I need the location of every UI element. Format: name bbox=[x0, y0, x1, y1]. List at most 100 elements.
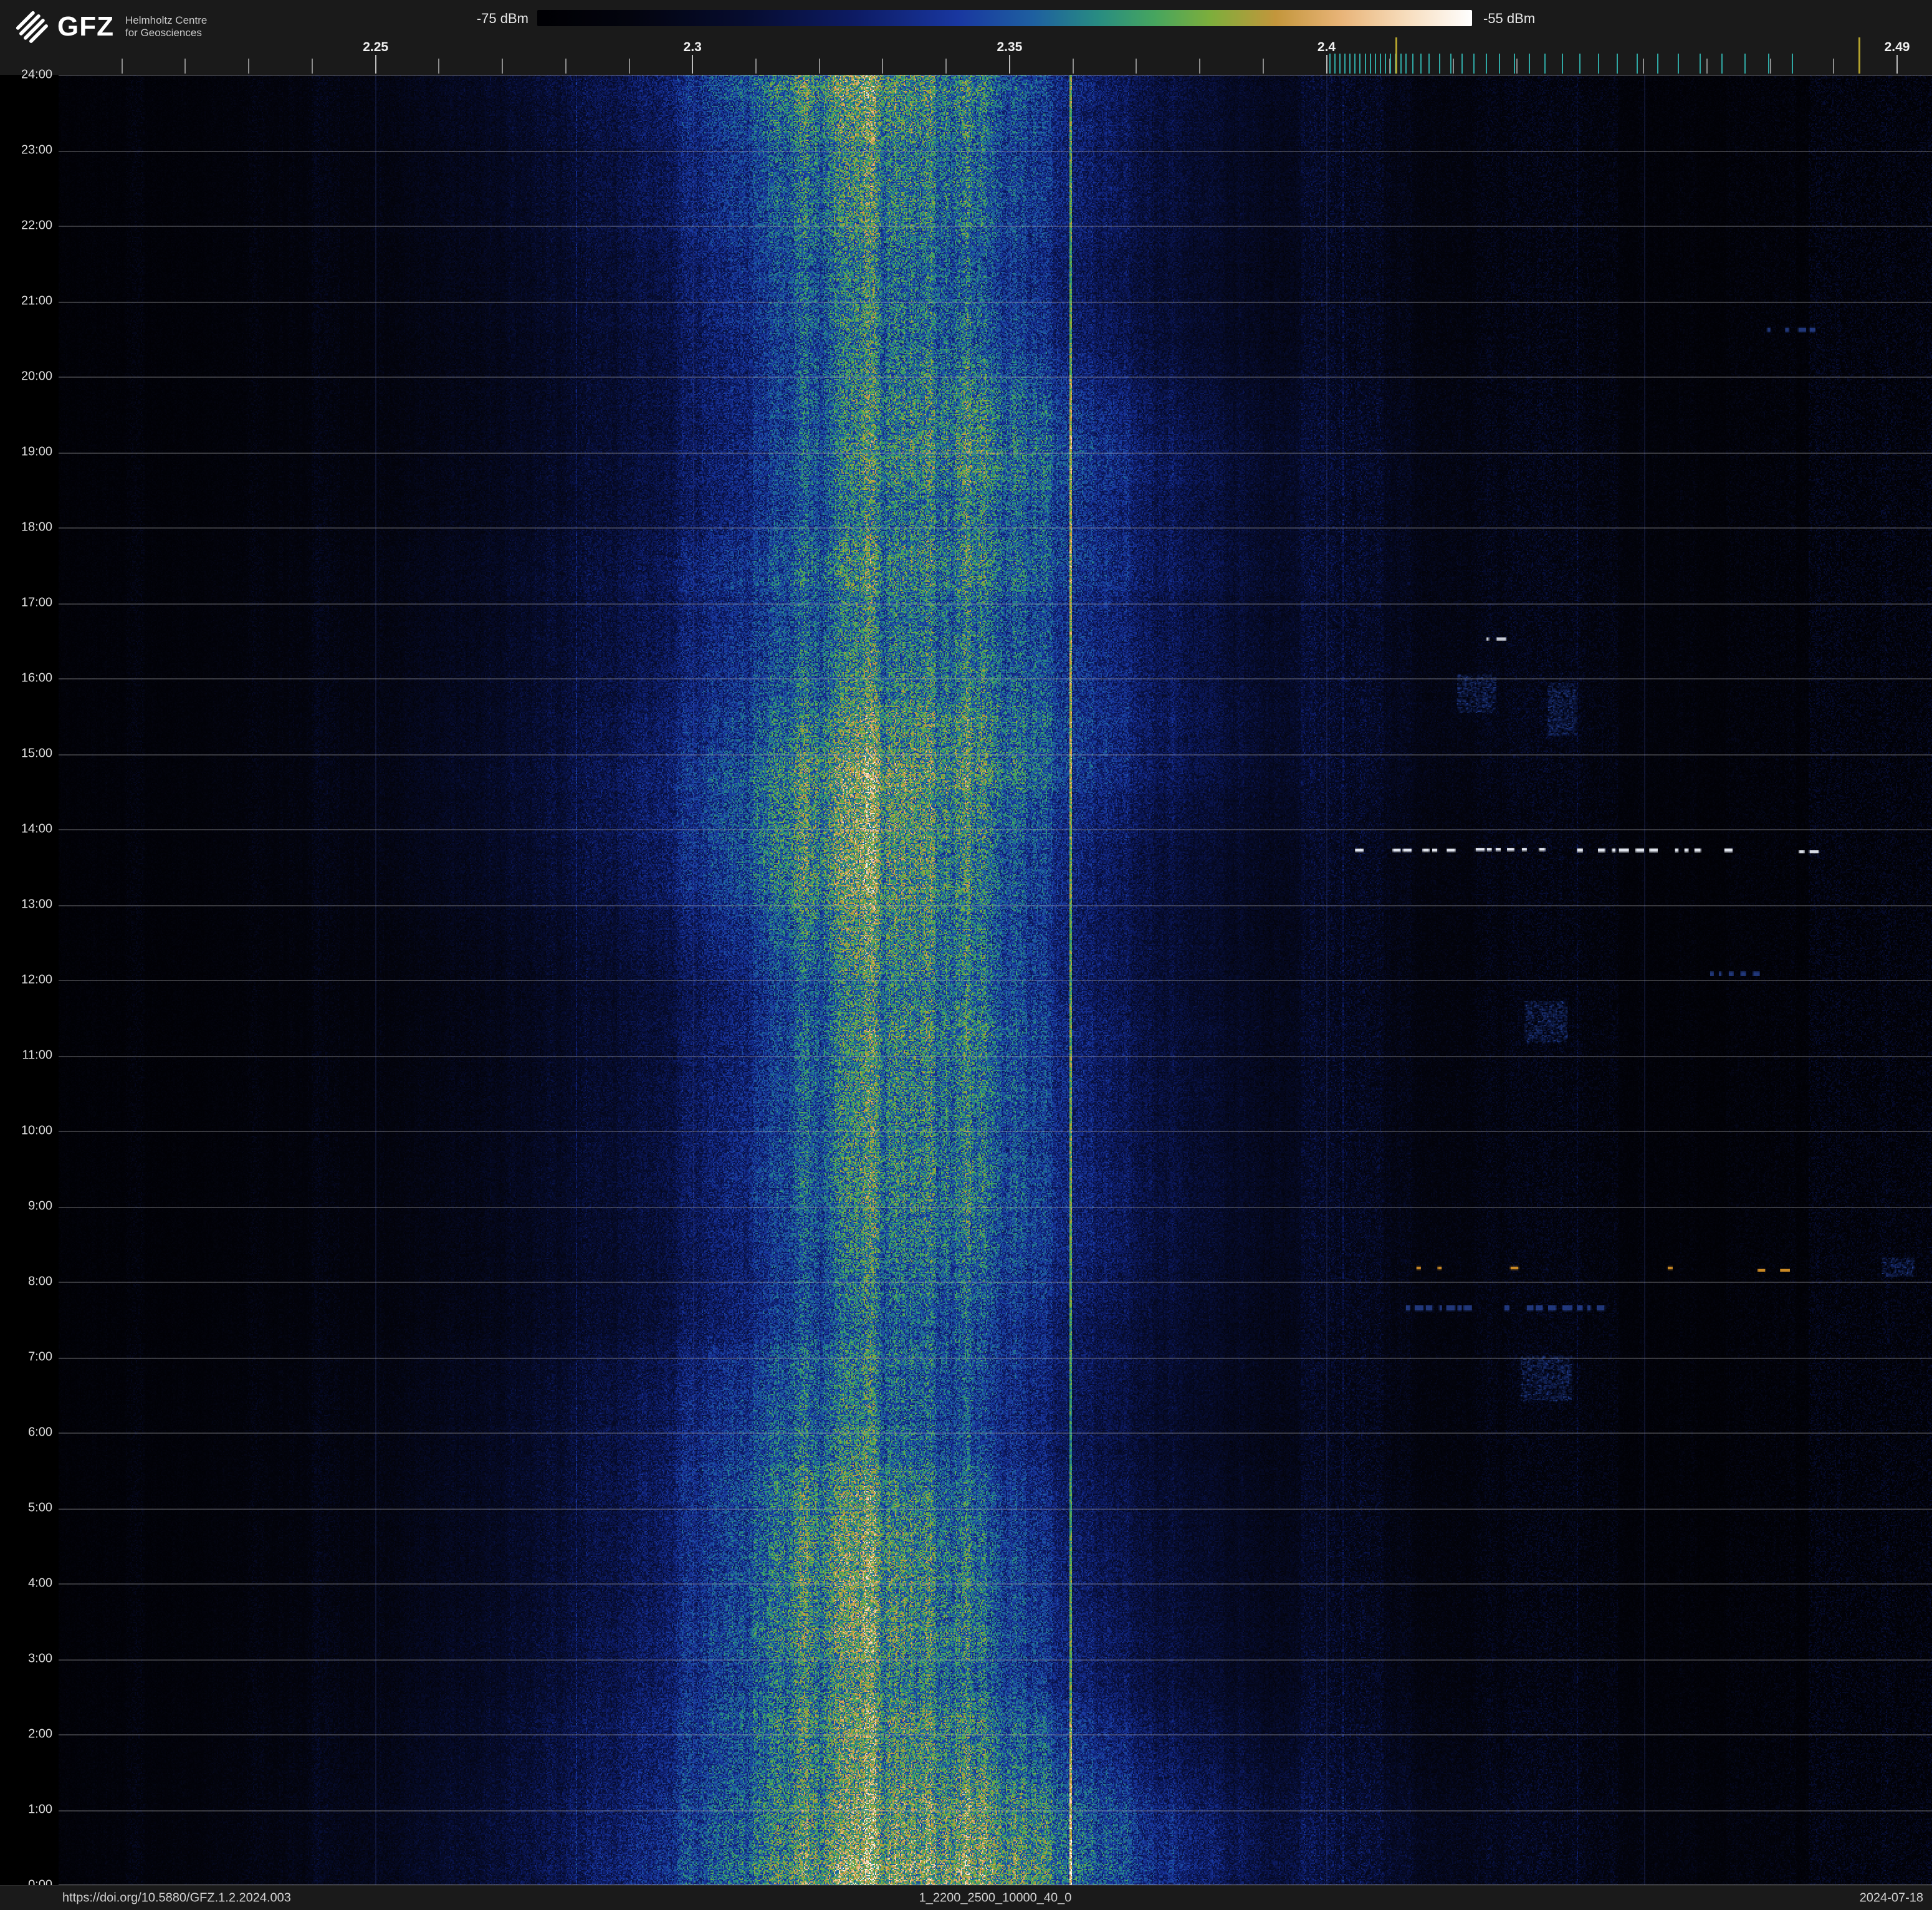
rfi-marker-tick bbox=[1364, 54, 1366, 74]
rfi-marker-tick bbox=[1744, 54, 1746, 74]
rfi-marker-tick bbox=[1385, 54, 1387, 74]
time-tick-label: 4:00 bbox=[28, 1576, 52, 1590]
spectrogram-page: GFZ Helmholtz Centre for Geosciences -75… bbox=[0, 0, 1932, 1910]
frequency-minor-tick bbox=[1516, 59, 1518, 74]
spectrogram-plot bbox=[59, 75, 1932, 1885]
frequency-minor-tick bbox=[1452, 59, 1454, 74]
rfi-marker-tick bbox=[1636, 54, 1638, 74]
frequency-major-tick bbox=[1896, 55, 1898, 74]
frequency-minor-tick bbox=[1833, 59, 1835, 74]
time-tick-label: 3:00 bbox=[28, 1651, 52, 1666]
frequency-axis: 2.25 2.3 2.35 2.4 2.49 bbox=[59, 0, 1932, 75]
rfi-marker-tick bbox=[1339, 54, 1341, 74]
frequency-minor-tick bbox=[438, 59, 440, 74]
rfi-marker-tick bbox=[1369, 54, 1371, 74]
time-axis: 24:00 23:00 22:00 21:00 20:00 19:00 18:00 17:00… bbox=[0, 0, 59, 1910]
rfi-marker-tick bbox=[1450, 54, 1451, 74]
rfi-marker-tick bbox=[1499, 54, 1501, 74]
rfi-marker-tick bbox=[1359, 54, 1361, 74]
rfi-marker-tick bbox=[1349, 54, 1351, 74]
frequency-major-tick bbox=[375, 55, 376, 74]
frequency-tick-label: 2.4 bbox=[1317, 40, 1336, 54]
rfi-marker-tick bbox=[1334, 54, 1336, 74]
rfi-marker-tick bbox=[1344, 54, 1346, 74]
rfi-marker-tick bbox=[1699, 54, 1701, 74]
time-tick-label: 21:00 bbox=[21, 294, 52, 308]
rfi-marker-tick bbox=[1513, 54, 1515, 74]
frequency-minor-tick bbox=[184, 59, 186, 74]
rfi-marker-tick bbox=[1617, 54, 1619, 74]
frequency-tick-label: 2.3 bbox=[683, 40, 702, 54]
frequency-minor-tick bbox=[1769, 59, 1771, 74]
rfi-marker-tick bbox=[1412, 54, 1413, 74]
time-tick-label: 18:00 bbox=[21, 520, 52, 534]
time-tick-label: 1:00 bbox=[28, 1802, 52, 1816]
rfi-marker-tick bbox=[1657, 54, 1658, 74]
rfi-marker-tick bbox=[1400, 54, 1402, 74]
frequency-minor-tick bbox=[1643, 59, 1645, 74]
time-tick-label: 19:00 bbox=[21, 444, 52, 459]
frequency-minor-tick bbox=[502, 59, 504, 74]
rfi-marker-tick bbox=[1420, 54, 1422, 74]
time-tick-label: 17:00 bbox=[21, 595, 52, 610]
rfi-marker-tick bbox=[1473, 54, 1475, 74]
frequency-minor-tick bbox=[1199, 59, 1201, 74]
rfi-marker-tick bbox=[1329, 54, 1331, 74]
time-tick-label: 23:00 bbox=[21, 143, 52, 157]
rfi-marker-tick bbox=[1721, 54, 1723, 74]
frequency-minor-tick bbox=[565, 59, 567, 74]
time-tick-label: 13:00 bbox=[21, 897, 52, 911]
rfi-marker-tick bbox=[1561, 54, 1563, 74]
rfi-marker-tick bbox=[1678, 54, 1680, 74]
rfi-marker-tick bbox=[1767, 54, 1769, 74]
frequency-minor-tick bbox=[882, 59, 884, 74]
frequency-minor-tick bbox=[1262, 59, 1264, 74]
time-tick-label: 20:00 bbox=[21, 369, 52, 383]
rfi-marker-tick bbox=[1428, 54, 1430, 74]
frequency-minor-tick bbox=[1136, 59, 1137, 74]
frequency-minor-tick bbox=[628, 59, 630, 74]
time-tick-label: 11:00 bbox=[22, 1048, 52, 1062]
frequency-major-tick bbox=[1008, 55, 1010, 74]
frequency-minor-tick bbox=[945, 59, 947, 74]
rfi-marker-tick bbox=[1485, 54, 1487, 74]
frequency-minor-tick bbox=[1072, 59, 1074, 74]
rfi-marker-tick bbox=[1792, 54, 1794, 74]
rfi-marker-tick bbox=[1374, 54, 1376, 74]
time-tick-label: 12:00 bbox=[21, 972, 52, 987]
frequency-tick-label: 2.35 bbox=[997, 40, 1023, 54]
time-tick-label: 10:00 bbox=[21, 1123, 52, 1138]
footer-bar: https://doi.org/10.5880/GFZ.1.2.2024.003… bbox=[0, 1885, 1932, 1910]
frequency-minor-tick bbox=[818, 59, 820, 74]
time-tick-label: 9:00 bbox=[28, 1199, 52, 1213]
rfi-marker-tick bbox=[1354, 54, 1356, 74]
spectrogram-canvas bbox=[59, 75, 1932, 1885]
frequency-major-tick bbox=[692, 55, 694, 74]
time-tick-label: 16:00 bbox=[21, 671, 52, 685]
rfi-marker-tick bbox=[1461, 54, 1463, 74]
frequency-major-tick bbox=[1326, 55, 1327, 74]
time-tick-label: 8:00 bbox=[28, 1274, 52, 1289]
rfi-marker-tick bbox=[1390, 54, 1392, 74]
rfi-marker-tick bbox=[1438, 54, 1440, 74]
time-tick-label: 2:00 bbox=[28, 1727, 52, 1741]
rfi-marker-tick bbox=[1405, 54, 1407, 74]
frequency-minor-tick bbox=[1706, 59, 1708, 74]
rfi-marker-tick-strong bbox=[1858, 37, 1860, 74]
footer-date: 2024-07-18 bbox=[1859, 1891, 1923, 1904]
time-tick-label: 5:00 bbox=[28, 1500, 52, 1515]
frequency-minor-tick bbox=[121, 59, 123, 74]
dataset-id: 1_2200_2500_10000_40_0 bbox=[919, 1891, 1072, 1904]
rfi-marker-tick bbox=[1529, 54, 1531, 74]
doi-link[interactable]: https://doi.org/10.5880/GFZ.1.2.2024.003 bbox=[62, 1891, 291, 1905]
frequency-tick-label: 2.49 bbox=[1884, 40, 1910, 54]
rfi-marker-tick-strong bbox=[1395, 37, 1397, 74]
rfi-marker-tick bbox=[1544, 54, 1546, 74]
time-tick-label: 7:00 bbox=[28, 1350, 52, 1364]
time-tick-label: 15:00 bbox=[21, 746, 52, 761]
frequency-minor-tick bbox=[311, 59, 313, 74]
time-tick-label: 6:00 bbox=[28, 1425, 52, 1439]
time-tick-label: 24:00 bbox=[21, 67, 52, 82]
rfi-marker-tick bbox=[1379, 54, 1381, 74]
frequency-minor-tick bbox=[755, 59, 757, 74]
